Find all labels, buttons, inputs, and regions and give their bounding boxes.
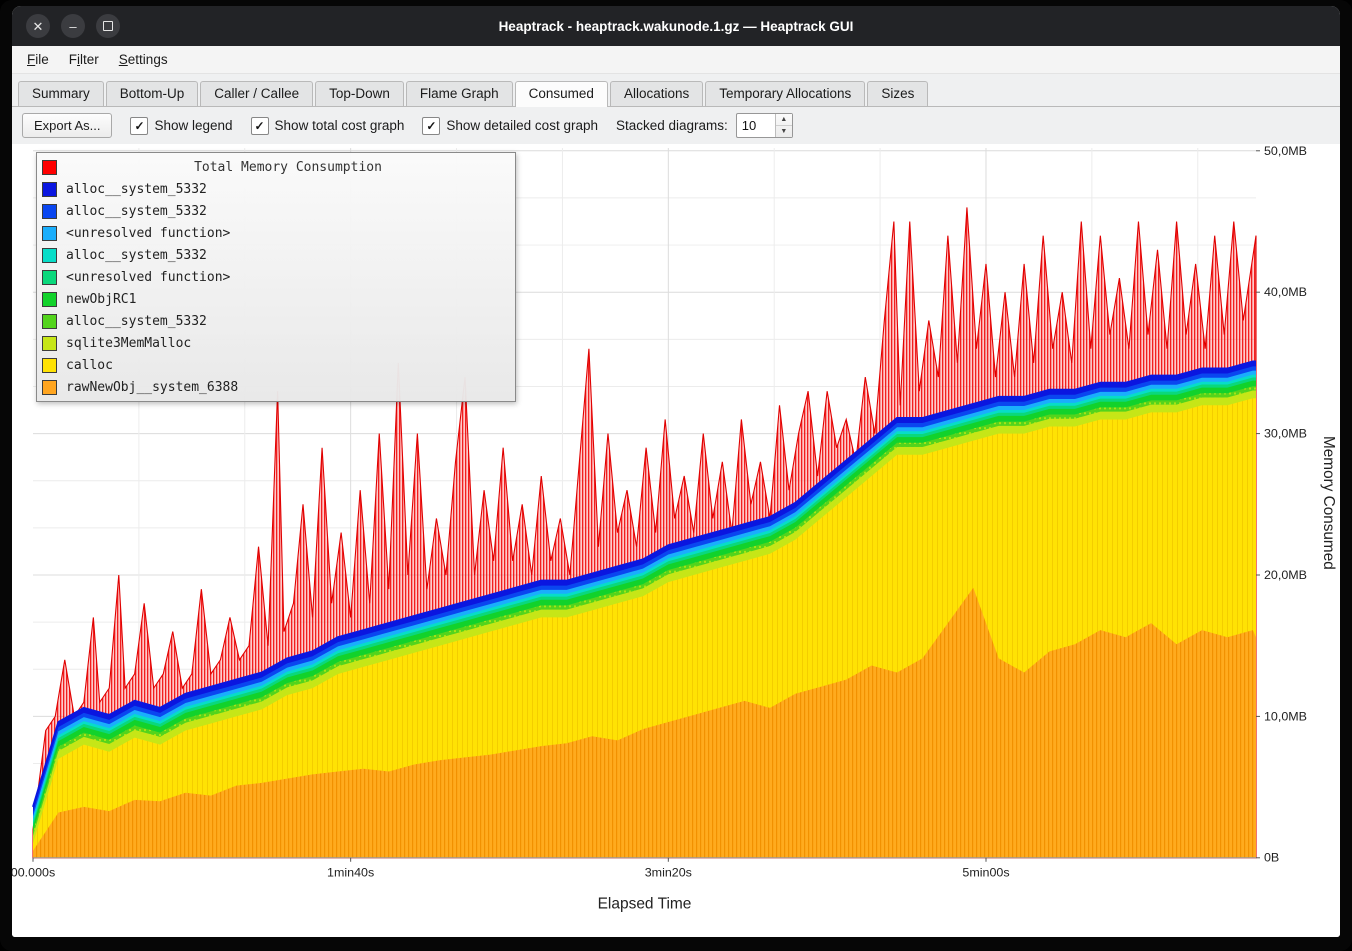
x-axis-label: Elapsed Time [598, 895, 692, 912]
legend-item: alloc__system_5332 [42, 310, 510, 332]
checkbox-show-legend[interactable]: ✓ Show legend [130, 117, 232, 135]
checkbox-icon[interactable]: ✓ [251, 117, 269, 135]
y-tick-label: 30,0MB [1264, 427, 1307, 441]
y-tick-label: 10,0MB [1264, 709, 1307, 723]
legend-item: rawNewObj__system_6388 [42, 376, 510, 398]
legend-title-row: Total Memory Consumption [42, 156, 510, 178]
legend-label: alloc__system_5332 [66, 182, 207, 197]
menu-bar: FileFilterSettings [12, 46, 1340, 74]
checkbox-label: Show detailed cost graph [446, 118, 598, 133]
legend-label: alloc__system_5332 [66, 314, 207, 329]
y-tick-label: 50,0MB [1264, 144, 1307, 158]
legend-swatch [42, 314, 57, 329]
checkbox-icon[interactable]: ✓ [130, 117, 148, 135]
legend-swatch [42, 226, 57, 241]
legend-label: newObjRC1 [66, 292, 136, 307]
maximize-button[interactable] [96, 14, 120, 38]
menu-settings[interactable]: Settings [110, 49, 177, 70]
legend-item: newObjRC1 [42, 288, 510, 310]
y-tick-label: 0B [1264, 851, 1279, 865]
legend-swatch [42, 160, 57, 175]
legend-title: Total Memory Consumption [66, 160, 510, 175]
tab-sizes[interactable]: Sizes [867, 81, 928, 106]
heaptrack-window: ✕ – Heaptrack - heaptrack.wakunode.1.gz … [12, 6, 1340, 937]
checkbox-group: ✓ Show legend ✓ Show total cost graph ✓ Show … [130, 117, 598, 135]
tab-temporary-allocations[interactable]: Temporary Allocations [705, 81, 865, 106]
stacked-diagrams-control: Stacked diagrams: 10 ▲ ▼ [616, 113, 793, 138]
toolbar: Export As... ✓ Show legend ✓ Show total cos… [12, 107, 1340, 144]
legend-item: alloc__system_5332 [42, 244, 510, 266]
tab-consumed[interactable]: Consumed [515, 81, 608, 107]
stacked-diagrams-value[interactable]: 10 [737, 114, 775, 137]
checkbox-label: Show legend [154, 118, 232, 133]
legend-swatch [42, 336, 57, 351]
window-title: Heaptrack - heaptrack.wakunode.1.gz — He… [12, 19, 1340, 34]
legend-item: calloc [42, 354, 510, 376]
tab-summary[interactable]: Summary [18, 81, 104, 106]
legend-label: <unresolved function> [66, 226, 230, 241]
legend-item: <unresolved function> [42, 266, 510, 288]
stacked-diagrams-spinbox[interactable]: 10 ▲ ▼ [736, 113, 793, 138]
legend-item: <unresolved function> [42, 222, 510, 244]
window-frame: ✕ – Heaptrack - heaptrack.wakunode.1.gz … [0, 0, 1352, 951]
legend-label: sqlite3MemMalloc [66, 336, 191, 351]
legend-swatch [42, 270, 57, 285]
legend-label: alloc__system_5332 [66, 204, 207, 219]
close-button[interactable]: ✕ [26, 14, 50, 38]
x-tick-label: 3min20s [645, 866, 692, 880]
spin-up-button[interactable]: ▲ [776, 114, 792, 125]
legend-swatch [42, 182, 57, 197]
legend-swatch [42, 380, 57, 395]
legend-label: alloc__system_5332 [66, 248, 207, 263]
checkbox-show-total-cost-graph[interactable]: ✓ Show total cost graph [251, 117, 405, 135]
tab-caller-callee[interactable]: Caller / Callee [200, 81, 313, 106]
checkbox-label: Show total cost graph [275, 118, 405, 133]
spin-buttons: ▲ ▼ [775, 114, 792, 137]
tab-allocations[interactable]: Allocations [610, 81, 703, 106]
legend-label: rawNewObj__system_6388 [66, 380, 238, 395]
legend-swatch [42, 204, 57, 219]
window-controls: ✕ – [12, 14, 120, 38]
tab-flame-graph[interactable]: Flame Graph [406, 81, 513, 106]
checkbox-icon[interactable]: ✓ [422, 117, 440, 135]
x-tick-label: 5min00s [962, 866, 1009, 880]
stacked-diagrams-label: Stacked diagrams: [616, 118, 728, 133]
spin-down-button[interactable]: ▼ [776, 125, 792, 137]
legend-swatch [42, 358, 57, 373]
maximize-icon [103, 21, 113, 31]
tab-bottom-up[interactable]: Bottom-Up [106, 81, 199, 106]
minimize-button[interactable]: – [61, 14, 85, 38]
menu-file[interactable]: File [18, 49, 58, 70]
x-tick-label: 00.000s [12, 866, 55, 880]
checkbox-show-detailed-cost-graph[interactable]: ✓ Show detailed cost graph [422, 117, 598, 135]
chart-area: 00.000s 1min40s 3min20s 5min00s 0B 10,0MB 20,0… [12, 144, 1340, 937]
y-tick-label: 40,0MB [1264, 285, 1307, 299]
tab-bar: SummaryBottom-UpCaller / CalleeTop-DownF… [12, 74, 1340, 107]
legend-label: calloc [66, 358, 113, 373]
y-tick-label: 20,0MB [1264, 568, 1307, 582]
y-axis-label: Memory Consumed [1320, 436, 1337, 570]
legend-swatch [42, 292, 57, 307]
titlebar[interactable]: ✕ – Heaptrack - heaptrack.wakunode.1.gz … [12, 6, 1340, 46]
x-tick-label: 1min40s [327, 866, 374, 880]
legend-label: <unresolved function> [66, 270, 230, 285]
legend-item: alloc__system_5332 [42, 200, 510, 222]
chart-legend: Total Memory Consumption alloc__system_53… [36, 152, 516, 402]
tab-top-down[interactable]: Top-Down [315, 81, 404, 106]
legend-item: sqlite3MemMalloc [42, 332, 510, 354]
legend-swatch [42, 248, 57, 263]
menu-filter[interactable]: Filter [60, 49, 108, 70]
legend-item: alloc__system_5332 [42, 178, 510, 200]
export-as-button[interactable]: Export As... [22, 113, 112, 138]
